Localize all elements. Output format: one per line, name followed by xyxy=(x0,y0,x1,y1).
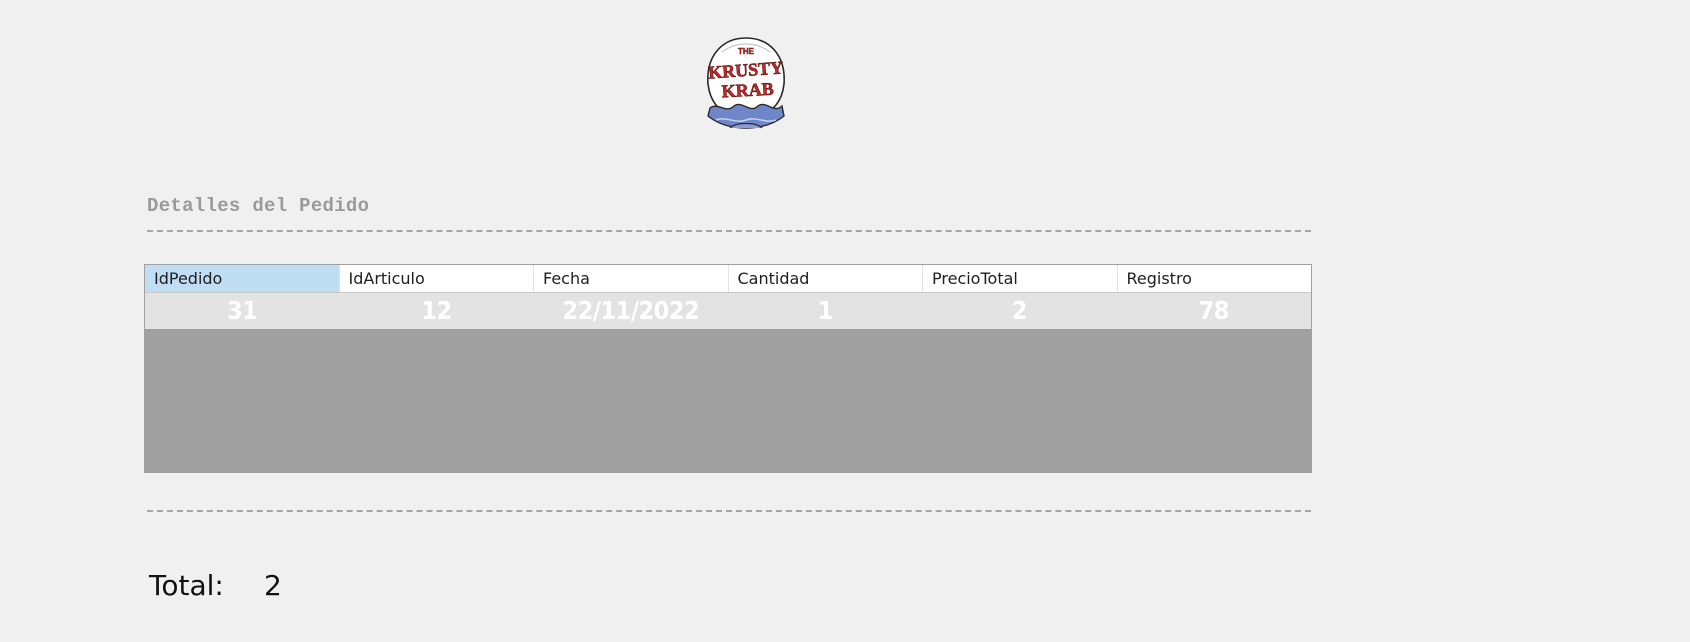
dashed-separator-top xyxy=(147,230,1311,232)
column-header-cantidad[interactable]: Cantidad xyxy=(729,265,923,292)
total-label: Total: xyxy=(149,569,224,602)
table-row[interactable]: 31 12 22/11/2022 1 2 78 xyxy=(145,293,1311,329)
column-header-preciototal[interactable]: PrecioTotal xyxy=(923,265,1118,292)
total-value: 2 xyxy=(264,569,282,602)
column-header-fecha[interactable]: Fecha xyxy=(534,265,729,292)
cell-fecha[interactable]: 22/11/2022 xyxy=(534,293,728,329)
dashed-separator-bottom xyxy=(147,510,1311,512)
section-title: Detalles del Pedido xyxy=(147,195,370,217)
order-details-grid[interactable]: IdPedido IdArticulo Fecha Cantidad Preci… xyxy=(144,264,1312,473)
column-header-idpedido[interactable]: IdPedido xyxy=(145,265,340,292)
krusty-krab-logo-icon: THE KRUSTY KRAB xyxy=(707,37,785,129)
svg-text:THE: THE xyxy=(738,47,755,56)
cell-idpedido[interactable]: 31 xyxy=(145,293,339,329)
cell-cantidad[interactable]: 1 xyxy=(728,293,922,329)
svg-text:KRAB: KRAB xyxy=(721,79,774,102)
column-header-registro[interactable]: Registro xyxy=(1118,265,1312,292)
cell-registro[interactable]: 78 xyxy=(1117,293,1311,329)
grid-header-row: IdPedido IdArticulo Fecha Cantidad Preci… xyxy=(145,265,1311,293)
cell-preciototal[interactable]: 2 xyxy=(922,293,1116,329)
cell-idarticulo[interactable]: 12 xyxy=(339,293,533,329)
column-header-idarticulo[interactable]: IdArticulo xyxy=(340,265,534,292)
